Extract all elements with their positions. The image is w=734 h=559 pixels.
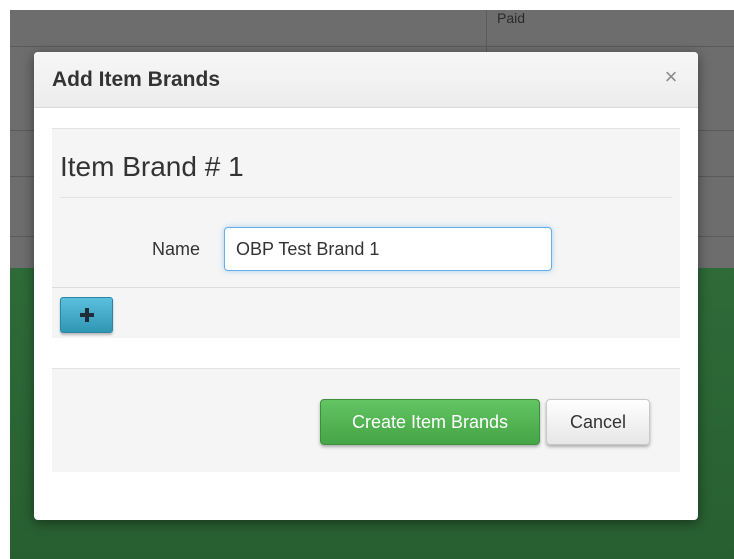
dialog-header: Add Item Brands × (34, 52, 698, 108)
add-item-brands-dialog: Add Item Brands × Item Brand # 1 Name Cr… (34, 52, 698, 520)
dialog-footer: Create Item Brands Cancel (52, 368, 680, 472)
add-brand-button[interactable] (60, 297, 113, 333)
heading-divider (60, 197, 672, 198)
item-brand-form-panel: Item Brand # 1 Name (52, 128, 680, 338)
name-form-row: Name (52, 227, 680, 271)
plus-icon (79, 308, 94, 322)
name-label: Name (152, 239, 201, 259)
dialog-title: Add Item Brands (52, 68, 221, 91)
cancel-button[interactable]: Cancel (546, 399, 650, 445)
item-brand-heading: Item Brand # 1 (60, 151, 244, 182)
add-row-divider (52, 287, 680, 288)
background-row-divider (10, 46, 734, 47)
background-cell-status: Paid (497, 10, 526, 26)
name-input[interactable] (224, 227, 552, 271)
create-item-brands-button[interactable]: Create Item Brands (320, 399, 540, 445)
close-icon[interactable]: × (660, 64, 682, 90)
